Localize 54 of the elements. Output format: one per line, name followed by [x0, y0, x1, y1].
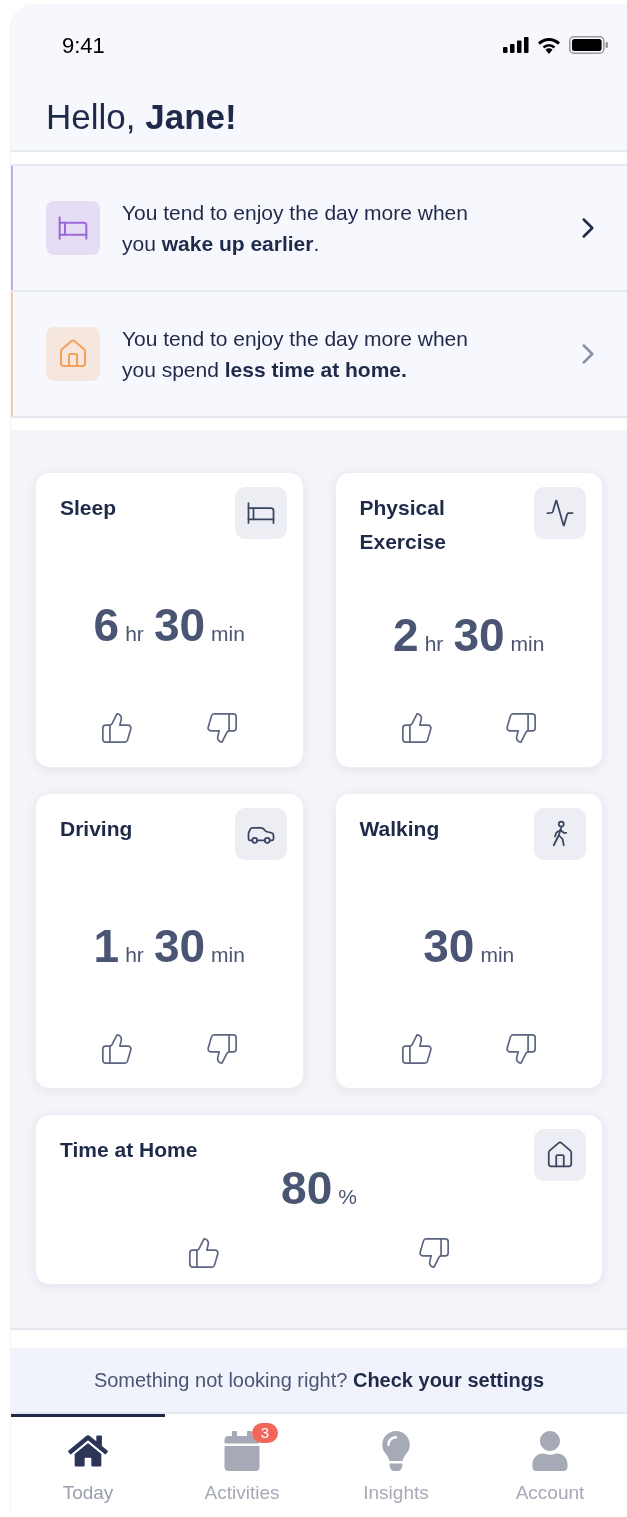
duration-unit: hr — [424, 633, 444, 654]
duration-unit: hr — [125, 944, 144, 965]
thumbs-down-icon[interactable] — [417, 1236, 451, 1270]
card-title: Sleep — [59, 495, 118, 521]
greeting: Hello, Jane! — [46, 96, 237, 139]
notification-badge: 3 — [252, 1423, 278, 1443]
duration-number: 1 — [93, 923, 120, 969]
person-icon — [530, 1431, 570, 1471]
thumbs-up-icon[interactable] — [100, 1032, 134, 1066]
car-icon — [234, 808, 287, 860]
duration-number: 30 — [423, 923, 475, 969]
thumbs-up-icon[interactable] — [100, 711, 134, 745]
duration-number: 30 — [453, 612, 505, 658]
duration-number: 80 — [281, 1165, 333, 1211]
thumbs-up-icon[interactable] — [399, 1032, 434, 1066]
thumbs-down-icon[interactable] — [504, 711, 538, 745]
duration-number: 6 — [93, 602, 120, 648]
duration-number: 30 — [153, 602, 206, 648]
duration-unit: hr — [125, 623, 144, 644]
duration-unit: min — [211, 623, 245, 644]
insight-text: You tend to enjoy the day more when you spend less time at home. — [122, 326, 469, 383]
battery-icon — [569, 36, 609, 54]
duration-unit: min — [211, 944, 245, 965]
calendar-icon — [222, 1431, 262, 1471]
activity-card[interactable]: Driving 1 hr 30 min — [35, 793, 304, 1089]
wifi-icon — [537, 36, 561, 54]
card-title: Driving — [59, 816, 134, 842]
status-time: 9:41 — [62, 31, 105, 60]
card-title: Walking — [358, 816, 441, 842]
bed-icon — [234, 487, 287, 539]
card-title: Physical Exercise — [358, 495, 447, 555]
thumbs-down-icon[interactable] — [504, 1032, 538, 1066]
thumbs-up-icon[interactable] — [399, 711, 434, 745]
thumbs-up-icon[interactable] — [187, 1236, 221, 1270]
duration-number: 30 — [153, 923, 206, 969]
duration-unit: % — [338, 1186, 357, 1207]
activity-card[interactable]: Time at Home 80% — [35, 1114, 603, 1285]
insight-row[interactable]: You tend to enjoy the day more when you spend less time at home. — [11, 292, 627, 416]
signal-icon — [503, 37, 529, 53]
activity-card[interactable]: Walking 30 min — [334, 793, 603, 1089]
duration-unit: min — [480, 944, 515, 965]
insight-text: You tend to enjoy the day more when you wake up earlier. — [122, 200, 469, 257]
pulse-icon — [534, 487, 586, 539]
duration-unit: min — [510, 633, 545, 654]
house-icon — [534, 1129, 586, 1181]
thumbs-down-icon[interactable] — [204, 1032, 239, 1066]
duration-number: 2 — [393, 612, 419, 658]
walking-person-icon — [534, 808, 586, 860]
thumbs-down-icon[interactable] — [204, 711, 239, 745]
activity-card[interactable]: Sleep 6 hr 30 min — [35, 472, 304, 768]
settings-hint: Something not looking right? Check your settings — [93, 1368, 545, 1393]
card-title: Time at Home — [59, 1137, 199, 1163]
insight-row[interactable]: You tend to enjoy the day more when you wake up earlier. — [11, 166, 627, 290]
activity-card[interactable]: Physical Exercise 2 hr 30 min — [334, 472, 603, 768]
